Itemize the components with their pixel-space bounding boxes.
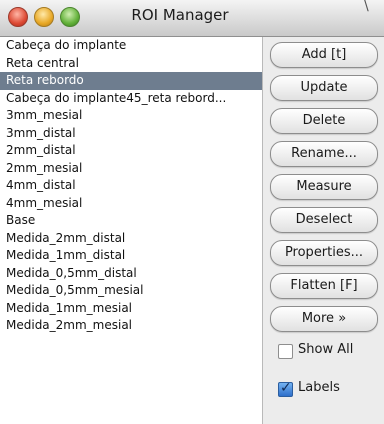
roi-list-item[interactable]: Medida_2mm_distal <box>0 230 262 248</box>
labels-label: Labels <box>298 380 340 395</box>
add-button[interactable]: Add [t] <box>270 42 378 68</box>
roi-list-item[interactable]: Medida_1mm_distal <box>0 247 262 265</box>
corner-glyph: \ <box>364 0 369 14</box>
roi-list-item[interactable]: Medida_2mm_mesial <box>0 317 262 335</box>
roi-list-item[interactable]: 2mm_mesial <box>0 160 262 178</box>
roi-list-item[interactable]: 4mm_mesial <box>0 195 262 213</box>
show-all-label: Show All <box>298 342 354 357</box>
rename-button[interactable]: Rename... <box>270 141 378 167</box>
roi-list[interactable]: Cabeça do implante Reta central Reta reb… <box>0 37 263 424</box>
roi-list-item[interactable]: 3mm_distal <box>0 125 262 143</box>
roi-list-item[interactable]: Base <box>0 212 262 230</box>
roi-list-item[interactable]: Medida_1mm_mesial <box>0 300 262 318</box>
roi-list-item[interactable]: Cabeça do implante <box>0 37 262 55</box>
show-all-checkbox-box[interactable] <box>278 344 293 359</box>
measure-button[interactable]: Measure <box>270 174 378 200</box>
roi-list-item[interactable]: Medida_0,5mm_distal <box>0 265 262 283</box>
roi-list-item[interactable]: 2mm_distal <box>0 142 262 160</box>
roi-list-item[interactable]: 4mm_distal <box>0 177 262 195</box>
delete-button[interactable]: Delete <box>270 108 378 134</box>
window-title: ROI Manager <box>131 6 229 24</box>
properties-button[interactable]: Properties... <box>270 240 378 266</box>
roi-list-item[interactable]: Reta central <box>0 55 262 73</box>
flatten-button[interactable]: Flatten [F] <box>270 273 378 299</box>
deselect-button[interactable]: Deselect <box>270 207 378 233</box>
roi-list-item[interactable]: 3mm_mesial <box>0 107 262 125</box>
update-button[interactable]: Update <box>270 75 378 101</box>
roi-list-item[interactable]: Medida_0,5mm_mesial <box>0 282 262 300</box>
checkmark-icon: ✓ <box>280 380 292 396</box>
more-button[interactable]: More » <box>270 306 378 332</box>
roi-list-item[interactable]: Cabeça do implante45_reta rebord... <box>0 90 262 108</box>
title-bar: ROI Manager \ <box>0 0 384 37</box>
labels-checkbox-box[interactable]: ✓ <box>278 380 293 397</box>
roi-list-item-selected[interactable]: Reta rebordo <box>0 72 262 90</box>
